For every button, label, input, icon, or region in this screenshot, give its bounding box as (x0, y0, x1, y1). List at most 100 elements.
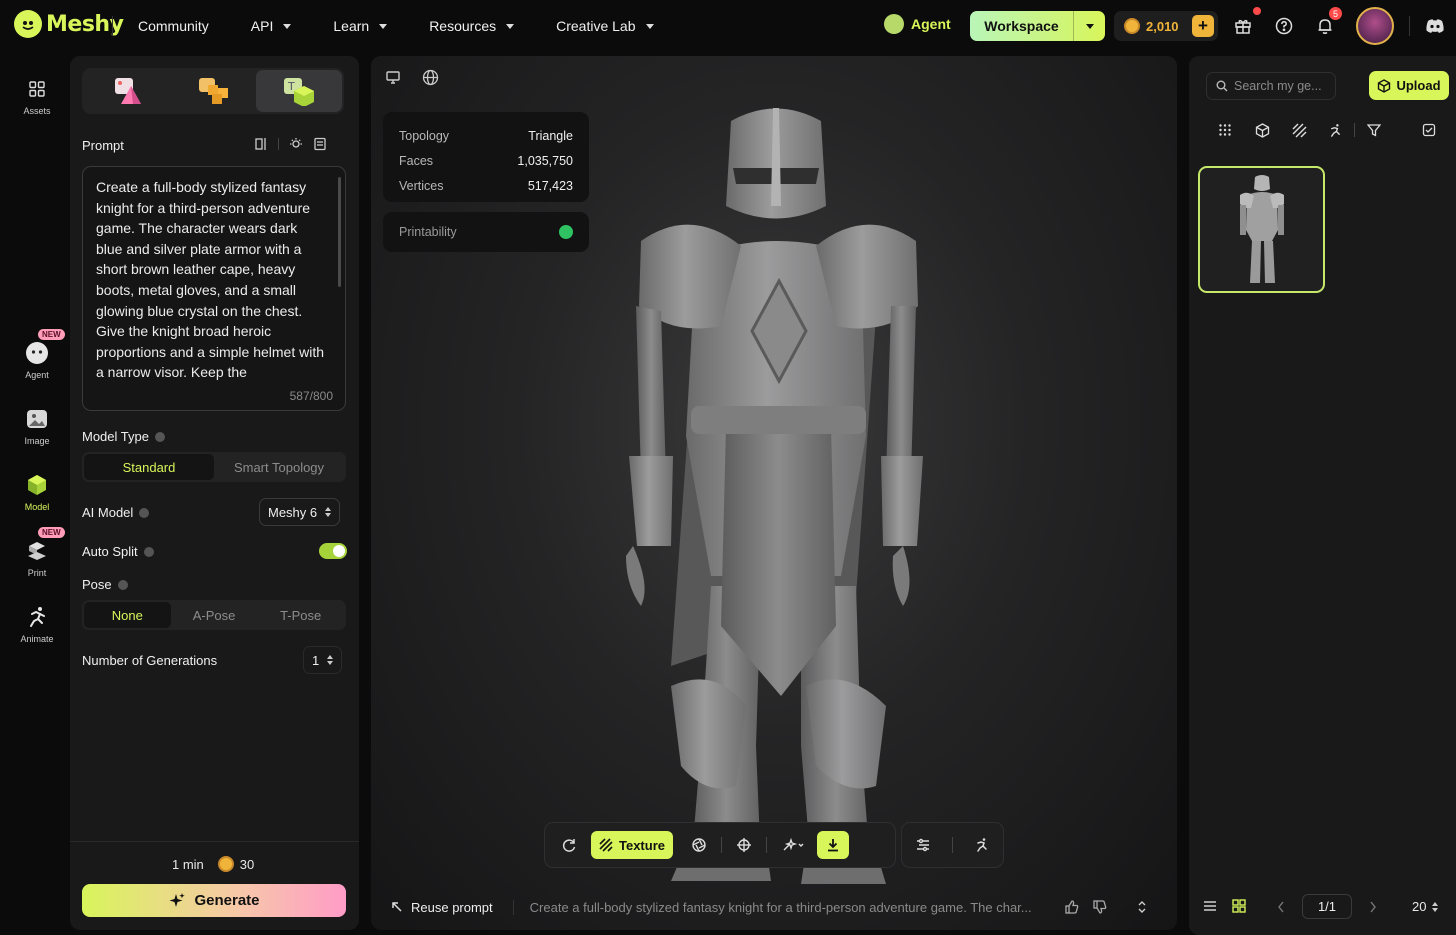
knight-thumbnail-image (1239, 174, 1284, 283)
ai-model-select[interactable]: Meshy 6 (259, 498, 341, 526)
workspace-button[interactable]: Workspace (970, 11, 1105, 41)
nav-api[interactable]: API (251, 18, 292, 34)
info-icon[interactable] (117, 580, 128, 590)
image-to-3d-icon (115, 78, 141, 104)
pose-label: Pose (82, 577, 128, 592)
workspace-dropdown[interactable] (1073, 11, 1105, 41)
model-viewer[interactable]: Topology Triangle Faces 1,035,750 Vertices… (371, 56, 1177, 930)
layout-icon[interactable] (254, 137, 268, 151)
filter-model-icon[interactable] (1244, 122, 1281, 138)
mode-text-to-3d[interactable]: T (256, 70, 342, 112)
filter-texture-icon[interactable] (1281, 123, 1318, 138)
texture-button[interactable]: Texture (591, 831, 673, 859)
download-button[interactable] (817, 831, 849, 859)
credits-display[interactable]: 2,010 + (1114, 11, 1218, 41)
divider (766, 837, 767, 853)
printability-status[interactable]: Printability (383, 212, 589, 252)
chevron-right-icon[interactable] (1369, 901, 1377, 913)
pose-t-pose[interactable]: T-Pose (257, 602, 344, 628)
notes-icon[interactable] (313, 137, 327, 151)
page-size-select[interactable]: 20 (1412, 899, 1439, 914)
generations-value: 1 (312, 652, 320, 668)
mode-multi-image[interactable] (170, 70, 256, 112)
info-icon[interactable] (154, 432, 165, 442)
generations-label: Number of Generations (82, 653, 218, 668)
credit-cost: 30 (217, 856, 254, 872)
auto-split-toggle[interactable] (319, 543, 347, 559)
chevron-left-icon[interactable] (1277, 901, 1285, 913)
model-type-smart-topology[interactable]: Smart Topology (214, 454, 344, 480)
rail-item-animate[interactable]: Animate (0, 604, 74, 644)
mode-image-to-3d[interactable] (84, 70, 170, 112)
upload-button[interactable]: Upload (1369, 71, 1449, 100)
help-icon[interactable] (1273, 15, 1295, 37)
viewer-footer: Reuse prompt Create a full-body stylized… (371, 892, 1177, 922)
monitor-icon[interactable] (385, 69, 401, 85)
nav-creative-lab[interactable]: Creative Lab (556, 18, 654, 34)
nav-community[interactable]: Community (138, 18, 209, 34)
pose-none[interactable]: None (84, 602, 171, 628)
stat-key: Topology (399, 129, 450, 143)
rotate-icon[interactable] (555, 831, 583, 859)
page-size-value: 20 (1412, 899, 1427, 914)
search-input[interactable]: Search my ge... (1206, 72, 1336, 100)
time-estimate: 1 min (172, 856, 204, 872)
assets-footer: 1/1 20 (1189, 892, 1456, 922)
credits-count: 2,010 (1146, 18, 1179, 34)
filter-all-icon[interactable] (1207, 123, 1244, 137)
page-indicator[interactable]: 1/1 (1302, 894, 1352, 919)
filter-funnel-icon[interactable] (1355, 123, 1392, 137)
knight-3d-model[interactable] (611, 106, 941, 886)
list-view-icon[interactable] (1203, 900, 1217, 912)
nav-learn[interactable]: Learn (333, 18, 388, 34)
prompt-input[interactable]: Create a full-body stylized fantasy knig… (82, 166, 346, 411)
info-icon[interactable] (143, 547, 154, 557)
feedback (1065, 900, 1107, 914)
rail-item-image[interactable]: Image (0, 406, 74, 446)
ai-model-text: AI Model (82, 505, 134, 520)
new-badge: NEW (38, 527, 65, 538)
generate-button[interactable]: Generate (82, 884, 346, 917)
prompt-text[interactable]: Create a full-body stylized fantasy knig… (96, 177, 327, 382)
gift-icon[interactable] (1232, 15, 1254, 37)
agent-button[interactable]: Agent (884, 14, 951, 34)
pose-text: Pose (82, 577, 112, 592)
thumbs-up-icon[interactable] (1065, 900, 1079, 914)
reuse-prompt-button[interactable]: Reuse prompt (391, 900, 493, 915)
nav-resources[interactable]: Resources (429, 18, 515, 34)
move-icon[interactable] (730, 831, 758, 859)
rail-item-model[interactable]: Model (0, 472, 74, 512)
asset-filters (1207, 120, 1447, 140)
generations-stepper[interactable]: 1 (303, 646, 343, 674)
check-icon (559, 225, 573, 239)
notification-badge: 5 (1329, 7, 1342, 20)
rail-item-print[interactable]: Print (0, 538, 74, 578)
pose-a-pose[interactable]: A-Pose (171, 602, 258, 628)
rail-item-agent[interactable]: Agent (0, 340, 74, 380)
globe-icon[interactable] (422, 69, 439, 86)
lightbulb-icon[interactable] (289, 137, 303, 151)
avatar[interactable] (1356, 7, 1394, 45)
rail-label: Assets (23, 106, 51, 116)
remesh-icon[interactable] (909, 831, 937, 859)
rail-item-assets[interactable]: Assets (0, 76, 74, 116)
model-type-text: Model Type (82, 429, 149, 444)
select-checkbox-icon[interactable] (1410, 123, 1447, 137)
prompt-scrollbar[interactable] (338, 177, 341, 287)
asset-thumbnail[interactable] (1198, 166, 1325, 293)
discord-icon[interactable] (1424, 15, 1446, 37)
grid-view-icon[interactable] (1232, 899, 1246, 913)
stat-row: Topology Triangle (399, 124, 573, 149)
aperture-icon[interactable] (685, 831, 713, 859)
expand-icon[interactable] (1137, 900, 1147, 914)
add-credits-button[interactable]: + (1192, 15, 1214, 37)
animate-runner-icon[interactable] (968, 831, 996, 859)
meshy-logo[interactable]: Meshy (14, 10, 124, 38)
cost-estimate: 1 min 30 (172, 856, 254, 872)
magic-tool-icon[interactable] (775, 831, 811, 859)
model-type-standard[interactable]: Standard (84, 454, 214, 480)
filter-animation-icon[interactable] (1317, 123, 1354, 138)
thumbs-down-icon[interactable] (1093, 900, 1107, 914)
info-icon[interactable] (139, 508, 150, 518)
divider (721, 837, 722, 853)
